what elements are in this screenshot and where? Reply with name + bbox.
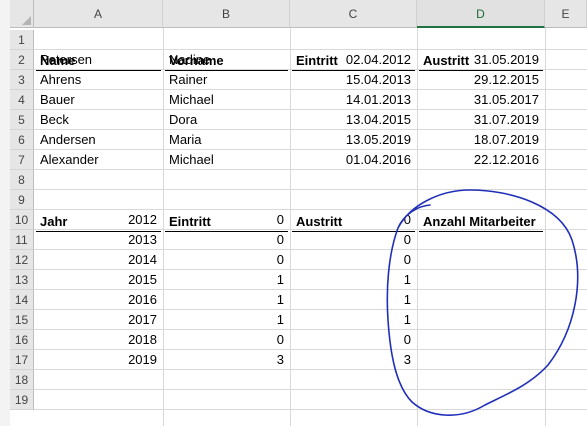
cell-name[interactable]: Petersen (36, 50, 161, 70)
row-header[interactable]: 15 (10, 310, 34, 330)
row-header[interactable]: 6 (10, 130, 34, 150)
row-header[interactable]: 5 (10, 110, 34, 130)
row-header[interactable]: 13 (10, 270, 34, 290)
gridline (34, 389, 587, 390)
cell-vorname[interactable]: Michael (165, 150, 288, 170)
cell-eintritt-count[interactable]: 0 (165, 210, 288, 230)
cell-name[interactable]: Beck (36, 110, 161, 130)
row-header[interactable]: 19 (10, 390, 34, 410)
cell-jahr[interactable]: 2014 (36, 250, 161, 270)
spreadsheet: A B C D E 1 2 3 4 5 6 7 8 9 10 11 12 13 14 15 16 17 18 19 … (0, 0, 587, 426)
row-header[interactable]: 2 (10, 50, 34, 70)
row-header[interactable]: 4 (10, 90, 34, 110)
cell-jahr[interactable]: 2015 (36, 270, 161, 290)
gridline (290, 28, 291, 426)
row-header[interactable]: 8 (10, 170, 34, 190)
left-edge-strip (0, 0, 10, 426)
cell-eintritt-count[interactable]: 3 (165, 350, 288, 370)
row-header[interactable]: 9 (10, 190, 34, 210)
column-header-b[interactable]: B (163, 0, 290, 28)
cell-eintritt[interactable]: 13.05.2019 (292, 130, 415, 150)
row-header[interactable]: 17 (10, 350, 34, 370)
cell-austritt[interactable]: 31.05.2017 (419, 90, 543, 110)
cell-jahr[interactable]: 2018 (36, 330, 161, 350)
cell-austritt[interactable]: 31.05.2019 (419, 50, 543, 70)
cell-austritt-count[interactable]: 0 (292, 330, 415, 350)
left-edge-shadow (0, 28, 10, 426)
cell-austritt-count[interactable]: 1 (292, 290, 415, 310)
row-header[interactable]: 14 (10, 290, 34, 310)
cell-vorname[interactable]: Dora (165, 110, 288, 130)
column-header-c[interactable]: C (290, 0, 417, 28)
cell-austritt[interactable]: 31.07.2019 (419, 110, 543, 130)
cell-eintritt-count[interactable]: 1 (165, 310, 288, 330)
gridline (545, 28, 546, 426)
cell-eintritt[interactable]: 01.04.2016 (292, 150, 415, 170)
gridline (417, 28, 418, 426)
cell-eintritt[interactable]: 13.04.2015 (292, 110, 415, 130)
cell-eintritt-count[interactable]: 0 (165, 330, 288, 350)
cell-austritt-count[interactable]: 3 (292, 350, 415, 370)
cell-austritt-count[interactable]: 0 (292, 250, 415, 270)
row-header[interactable]: 10 (10, 210, 34, 230)
cell-name[interactable]: Bauer (36, 90, 161, 110)
cell-austritt[interactable]: 18.07.2019 (419, 130, 543, 150)
cell-vorname[interactable]: Nadine (165, 50, 288, 70)
cell-eintritt-count[interactable]: 1 (165, 290, 288, 310)
column-header-a[interactable]: A (34, 0, 163, 28)
gridline (34, 189, 587, 190)
cell-eintritt-count[interactable]: 1 (165, 270, 288, 290)
cell-austritt[interactable]: 29.12.2015 (419, 70, 543, 90)
row-header[interactable]: 18 (10, 370, 34, 390)
cell-name[interactable]: Andersen (36, 130, 161, 150)
cell-austritt-count[interactable]: 0 (292, 210, 415, 230)
row-header[interactable]: 1 (10, 30, 34, 50)
cell-vorname[interactable]: Maria (165, 130, 288, 150)
cell-eintritt[interactable]: 15.04.2013 (292, 70, 415, 90)
cell-eintritt[interactable]: 14.01.2013 (292, 90, 415, 110)
cell-name[interactable]: Alexander (36, 150, 161, 170)
row-header[interactable]: 11 (10, 230, 34, 250)
row-header[interactable]: 12 (10, 250, 34, 270)
select-all-triangle-icon (22, 16, 31, 25)
row-header[interactable]: 3 (10, 70, 34, 90)
cell-eintritt[interactable]: 02.04.2012 (292, 50, 415, 70)
cell-vorname[interactable]: Michael (165, 90, 288, 110)
cell-jahr[interactable]: 2013 (36, 230, 161, 250)
cell-jahr[interactable]: 2016 (36, 290, 161, 310)
cell-eintritt-count[interactable]: 0 (165, 230, 288, 250)
cell-austritt-count[interactable]: 1 (292, 310, 415, 330)
cell-jahr[interactable]: 2019 (36, 350, 161, 370)
cell-eintritt-count[interactable]: 0 (165, 250, 288, 270)
cell-austritt-count[interactable]: 0 (292, 230, 415, 250)
cell-austritt-count[interactable]: 1 (292, 270, 415, 290)
select-all-button[interactable] (10, 0, 34, 28)
header-anzahl-mitarbeiter[interactable]: Anzahl Mitarbeiter (419, 212, 543, 232)
cell-jahr[interactable]: 2012 (36, 210, 161, 230)
row-header[interactable]: 7 (10, 150, 34, 170)
cell-vorname[interactable]: Rainer (165, 70, 288, 90)
column-header-d[interactable]: D (417, 0, 545, 28)
cell-name[interactable]: Ahrens (36, 70, 161, 90)
cell-austritt[interactable]: 22.12.2016 (419, 150, 543, 170)
row-header[interactable]: 16 (10, 330, 34, 350)
column-header-e[interactable]: E (545, 0, 587, 28)
gridline (163, 28, 164, 426)
cell-jahr[interactable]: 2017 (36, 310, 161, 330)
gridline (34, 409, 587, 410)
